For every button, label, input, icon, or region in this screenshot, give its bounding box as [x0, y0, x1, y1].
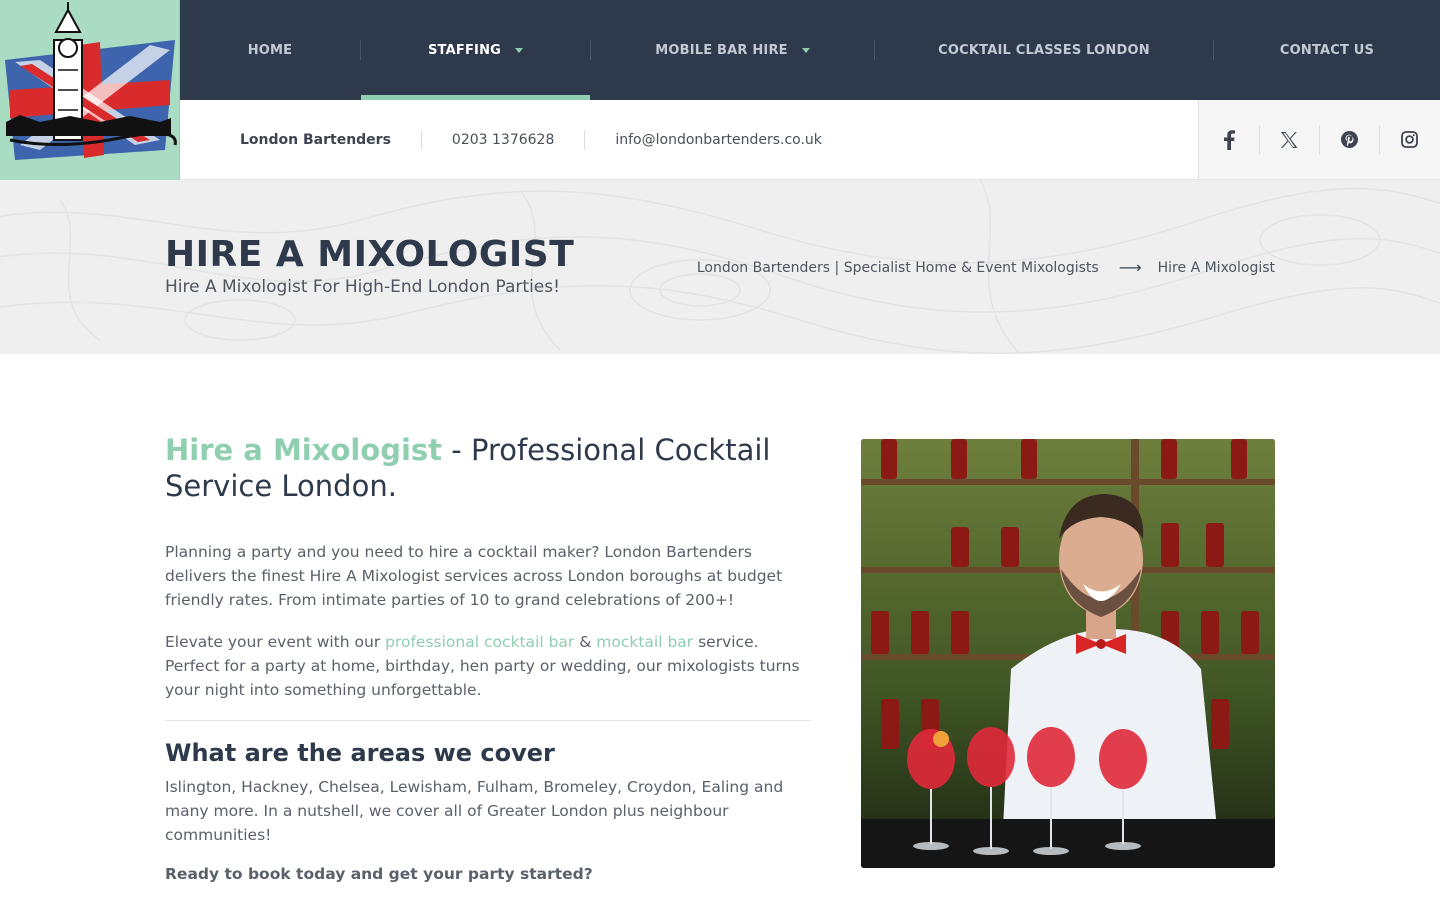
instagram-icon[interactable]: [1395, 125, 1425, 155]
page-subtitle: Hire A Mixologist For High-End London Pa…: [165, 277, 560, 297]
page-title: HIRE A MIXOLOGIST: [165, 234, 575, 275]
nav-item-contact-us[interactable]: CONTACT US: [1214, 0, 1440, 100]
arrow-right-icon: ⟶: [1118, 258, 1142, 277]
email-address[interactable]: info@londonbartenders.co.uk: [615, 132, 822, 148]
nav-item-mobile-bar-hire[interactable]: MOBILE BAR HIRE: [591, 0, 874, 100]
section-headline: Hire a Mixologist - Professional Cocktai…: [165, 432, 811, 504]
nav-item-label: STAFFING: [427, 42, 502, 58]
caret-down-icon: [515, 47, 524, 53]
headline-accent: Hire a Mixologist: [165, 433, 443, 467]
mocktail-bar-link[interactable]: mocktail bar: [596, 633, 693, 651]
social-divider: [1258, 124, 1260, 155]
nav-item-label: MOBILE BAR HIRE: [655, 42, 788, 58]
breadcrumb: London Bartenders | Specialist Home & Ev…: [697, 258, 1275, 277]
page-header: HIRE A MIXOLOGIST Hire A Mixologist For …: [0, 180, 1440, 354]
social-divider: [1379, 124, 1381, 155]
caret-down-icon: [801, 47, 810, 53]
content-divider: [165, 720, 811, 721]
content-column: Hire a Mixologist - Professional Cocktai…: [165, 432, 811, 883]
brand-name: London Bartenders: [240, 131, 391, 148]
cocktail-bar-link[interactable]: professional cocktail bar: [385, 633, 574, 651]
x-twitter-icon[interactable]: [1274, 125, 1304, 155]
areas-heading: What are the areas we cover: [165, 739, 555, 767]
paragraph-text: Elevate your event with our: [165, 633, 386, 651]
social-divider: [1318, 124, 1320, 155]
facebook-icon[interactable]: [1214, 125, 1244, 155]
breadcrumb-home-link[interactable]: London Bartenders | Specialist Home & Ev…: [697, 260, 1099, 276]
info-divider: [584, 129, 586, 150]
pinterest-icon[interactable]: [1335, 125, 1365, 155]
areas-paragraph: Islington, Hackney, Chelsea, Lewisham, F…: [165, 778, 784, 844]
mixologist-photo: [861, 439, 1275, 868]
nav-item-label: CONTACT US: [1279, 42, 1375, 58]
main-nav: HOME STAFFING MOBILE BAR HIRE COCKTAIL C…: [180, 0, 1440, 100]
phone-number[interactable]: 0203 1376628: [452, 132, 554, 148]
site-logo[interactable]: [0, 0, 180, 180]
social-links: [1198, 100, 1440, 180]
nav-item-cocktail-classes[interactable]: COCKTAIL CLASSES LONDON: [875, 0, 1213, 100]
nav-item-staffing[interactable]: STAFFING: [361, 0, 590, 100]
info-divider: [420, 129, 422, 150]
contact-info-bar: London Bartenders 0203 1376628 info@lond…: [180, 100, 1198, 180]
nav-item-label: HOME: [247, 42, 293, 58]
nav-item-home[interactable]: HOME: [180, 0, 360, 100]
breadcrumb-current: Hire A Mixologist: [1157, 259, 1275, 276]
nav-item-label: COCKTAIL CLASSES LONDON: [938, 42, 1150, 58]
intro-paragraph: Planning a party and you need to hire a …: [165, 543, 783, 609]
paragraph-text: &: [574, 633, 597, 651]
booking-cta: Ready to book today and get your party s…: [165, 865, 593, 883]
services-paragraph: Elevate your event with our professional…: [165, 630, 811, 702]
